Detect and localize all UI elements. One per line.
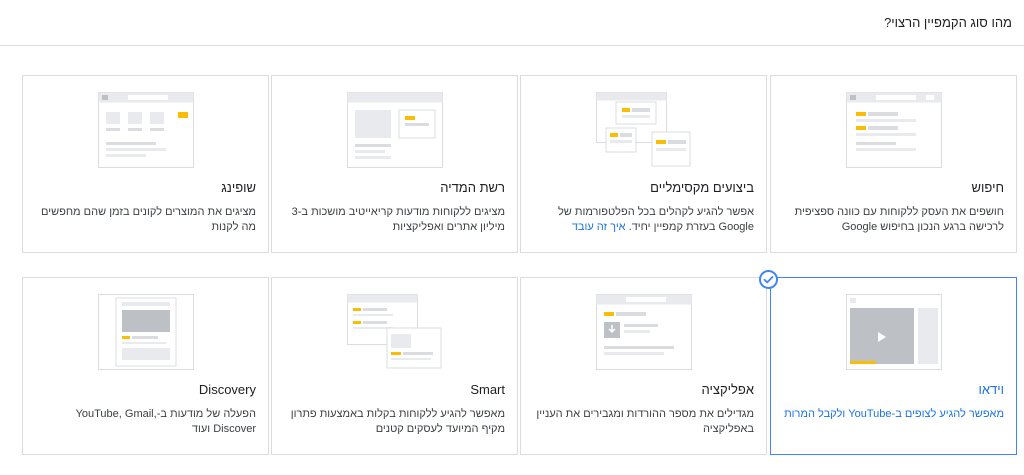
card-description: מציגים את המוצרים לקונים בזמן שהם מחפשים… (40, 206, 256, 233)
card-title: רשת המדיה (440, 180, 505, 195)
campaign-card-search[interactable]: חיפוש חושפים את העסק ללקוחות עם כוונה ספ… (770, 75, 1017, 253)
card-title: Discovery (198, 382, 256, 397)
smart-campaign-illustration (346, 294, 441, 369)
campaign-card-smart[interactable]: Smart מאפשר להגיע ללקוחות בקלות באמצעות … (271, 277, 518, 455)
page-title: מהו סוג הקמפיין הרצוי? (884, 15, 1012, 30)
campaign-card-app[interactable]: אפליקציה מגדילים את מספר ההורדות ומגבירי… (520, 277, 767, 455)
card-description: מגדילים את מספר ההורדות ומגבירים את העני… (536, 408, 754, 435)
campaign-card-shopping[interactable]: שופינג מציגים את המוצרים לקונים בזמן שהם… (22, 75, 269, 253)
card-description: מאפשר להגיע לצופים ב-YouTube ולקבל המרות (784, 408, 1004, 420)
video-campaign-illustration (845, 294, 942, 370)
card-title: Smart (470, 382, 505, 397)
performance-max-illustration (595, 92, 690, 167)
card-description: מאפשר להגיע ללקוחות בקלות באמצעות פתרון … (290, 408, 505, 435)
card-title: חיפוש (971, 180, 1004, 195)
card-title: שופינג (221, 180, 256, 195)
check-circle-icon (759, 270, 778, 289)
how-it-works-link[interactable]: איך זה עובד (572, 221, 626, 233)
campaign-card-performance-max[interactable]: ביצועים מקסימליים אפשר להגיע לקהלים בכל … (520, 75, 767, 253)
card-title: וידאו (978, 382, 1005, 397)
page-header: מהו סוג הקמפיין הרצוי? (0, 0, 1024, 46)
shopping-campaign-illustration (97, 92, 194, 168)
card-description: הפעלה של מודעות ב-YouTube, Gmail, Discov… (75, 408, 256, 435)
campaign-card-discovery[interactable]: Discovery הפעלה של מודעות ב-YouTube, Gma… (22, 277, 269, 455)
display-campaign-illustration (346, 92, 443, 168)
search-campaign-illustration (845, 92, 942, 168)
card-description: מציגים ללקוחות מודעות קריאייטיב מושכות ב… (291, 206, 505, 233)
card-description: אפשר להגיע לקהלים בכל הפלטפורמות של Goog… (533, 205, 754, 235)
card-description: חושפים את העסק ללקוחות עם כוונה ספציפית … (794, 206, 1004, 233)
card-title: ביצועים מקסימליים (650, 180, 754, 195)
campaign-card-video[interactable]: וידאו מאפשר להגיע לצופים ב-YouTube ולקבל… (770, 277, 1017, 455)
discovery-campaign-illustration (97, 294, 194, 370)
campaign-card-display[interactable]: רשת המדיה מציגים ללקוחות מודעות קריאייטי… (271, 75, 518, 253)
app-campaign-illustration (595, 294, 692, 370)
card-title: אפליקציה (701, 382, 754, 397)
